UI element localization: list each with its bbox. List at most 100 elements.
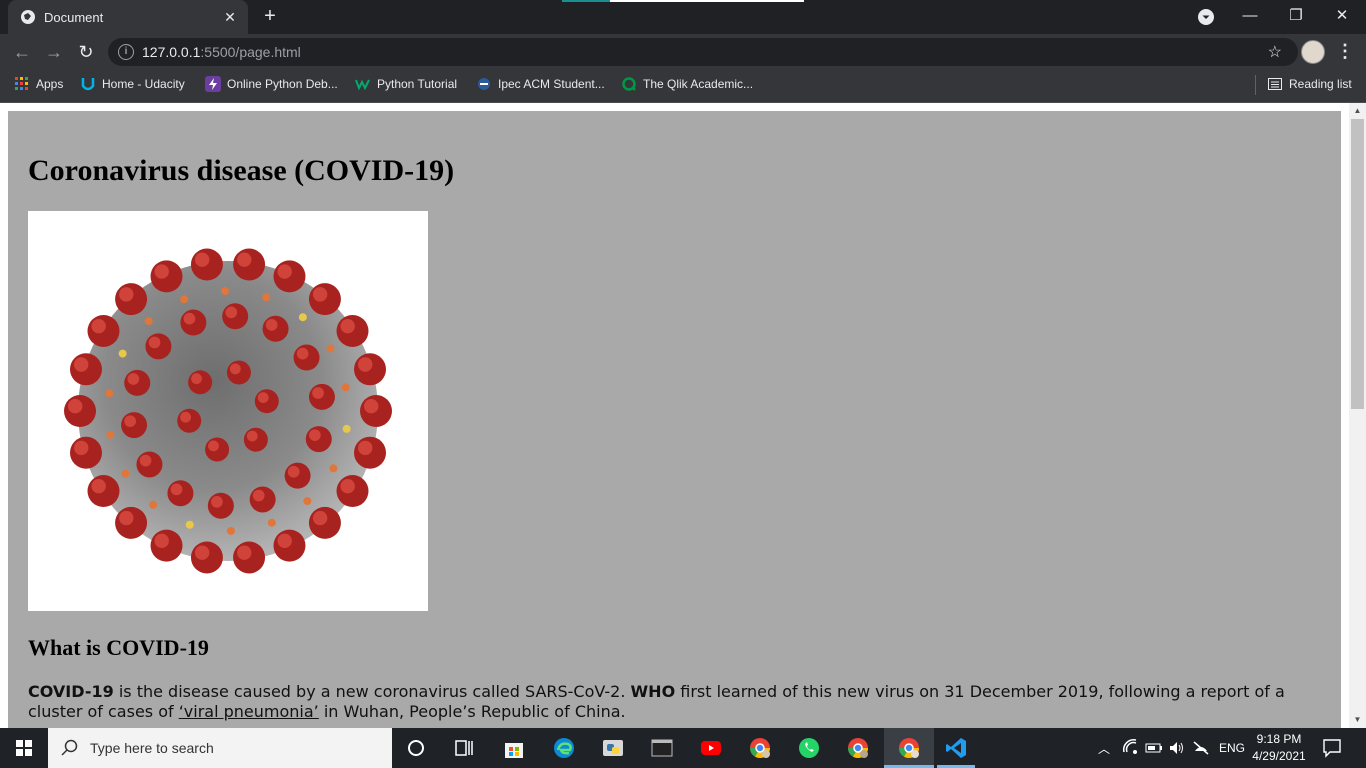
envelope-protein bbox=[342, 424, 351, 433]
task-view-icon[interactable] bbox=[452, 736, 476, 760]
spike-highlight bbox=[225, 306, 238, 319]
youtube-icon[interactable] bbox=[699, 736, 723, 760]
bookmark-apps[interactable]: Apps bbox=[14, 70, 63, 98]
volume-icon[interactable] bbox=[1168, 739, 1186, 757]
whatsapp-icon[interactable] bbox=[797, 736, 821, 760]
spike-highlight bbox=[296, 347, 309, 360]
viral-pneumonia-link[interactable]: ‘viral pneumonia’ bbox=[179, 702, 319, 721]
envelope-protein bbox=[267, 518, 276, 527]
envelope-protein bbox=[105, 389, 114, 398]
edge-icon[interactable] bbox=[552, 736, 576, 760]
menu-dots-icon[interactable]: ⋮ bbox=[1336, 40, 1354, 62]
spike-highlight bbox=[312, 287, 328, 302]
envelope-protein bbox=[221, 287, 230, 296]
chrome-active-icon[interactable] bbox=[897, 736, 921, 760]
spike-highlight bbox=[252, 489, 265, 502]
store-icon[interactable] bbox=[502, 736, 526, 760]
spike-highlight bbox=[124, 415, 136, 428]
taskbar-search-box[interactable]: Type here to search bbox=[48, 728, 392, 768]
spike-highlight bbox=[358, 357, 373, 372]
close-window-icon[interactable]: ✕ bbox=[1319, 4, 1365, 30]
spike-highlight bbox=[154, 264, 169, 279]
vscode-icon[interactable] bbox=[944, 736, 968, 760]
battery-icon[interactable] bbox=[1144, 740, 1164, 756]
cortana-icon[interactable] bbox=[404, 736, 428, 760]
spike-highlight bbox=[237, 545, 252, 560]
forward-icon[interactable]: → bbox=[42, 40, 66, 64]
reading-list-label: Reading list bbox=[1289, 77, 1352, 91]
bookmark-python-debugger[interactable]: Online Python Deb... bbox=[205, 70, 338, 98]
virus-illustration bbox=[64, 248, 392, 574]
spike-highlight bbox=[73, 440, 89, 456]
bookmark-label: The Qlik Academic... bbox=[643, 77, 754, 91]
spike-highlight bbox=[312, 510, 328, 526]
terminal-icon[interactable] bbox=[650, 736, 674, 760]
new-tab-icon[interactable]: + bbox=[258, 4, 282, 28]
tab-strip: Document ✕ + — ❐ ✕ bbox=[0, 0, 1366, 34]
page-title: Coronavirus disease (COVID-19) bbox=[28, 154, 455, 187]
bookmark-label: Python Tutorial bbox=[377, 77, 458, 91]
reload-icon[interactable]: ↻ bbox=[74, 40, 98, 64]
bookmark-star-icon[interactable]: ☆ bbox=[1268, 42, 1282, 62]
language-indicator[interactable]: ENG bbox=[1219, 728, 1245, 768]
envelope-protein bbox=[118, 349, 127, 358]
bookmark-udacity[interactable]: Home - Udacity bbox=[80, 70, 185, 98]
spike-highlight bbox=[287, 465, 300, 478]
divider bbox=[1255, 75, 1256, 95]
spike-highlight bbox=[237, 252, 252, 267]
covid-term: COVID-19 bbox=[28, 682, 114, 701]
address-bar[interactable]: i 127.0.0.1:5500/page.html ☆ bbox=[108, 38, 1298, 66]
bookmarks-bar: Apps Home - Udacity Online Python Deb...… bbox=[0, 70, 1366, 103]
tray-chevron-icon[interactable]: ︿ bbox=[1098, 728, 1110, 768]
bookmark-label: Online Python Deb... bbox=[227, 77, 338, 91]
spike-highlight bbox=[154, 533, 169, 549]
envelope-protein bbox=[149, 500, 158, 509]
close-tab-icon[interactable]: ✕ bbox=[220, 9, 240, 26]
scroll-down-icon[interactable]: ▼ bbox=[1349, 714, 1366, 726]
bookmark-qlik[interactable]: The Qlik Academic... bbox=[621, 70, 753, 98]
spike-highlight bbox=[312, 387, 324, 399]
scroll-thumb[interactable] bbox=[1351, 119, 1364, 409]
restore-icon[interactable]: ❐ bbox=[1273, 4, 1319, 30]
page-viewport: Coronavirus disease (COVID-19) What is C… bbox=[0, 103, 1366, 728]
envelope-protein bbox=[262, 293, 271, 302]
envelope-protein bbox=[341, 383, 350, 392]
network-icon[interactable] bbox=[1122, 738, 1140, 756]
back-icon[interactable]: ← bbox=[10, 40, 34, 64]
taskbar-clock[interactable]: 9:18 PM 4/29/2021 bbox=[1244, 731, 1314, 765]
url-text[interactable]: 127.0.0.1:5500/page.html bbox=[142, 44, 301, 60]
spike-highlight bbox=[277, 264, 292, 279]
spike-highlight bbox=[309, 429, 321, 442]
spike-highlight bbox=[68, 399, 83, 414]
tab-search-icon[interactable] bbox=[1197, 8, 1215, 26]
spike-highlight bbox=[194, 252, 210, 267]
coronavirus-image bbox=[28, 211, 428, 611]
spike-highlight bbox=[277, 533, 292, 549]
chrome-profile-2-icon[interactable] bbox=[846, 736, 870, 760]
spike-highlight bbox=[229, 363, 241, 375]
chrome-profile-icon[interactable] bbox=[748, 736, 772, 760]
bookmark-python-tutorial[interactable]: Python Tutorial bbox=[355, 70, 457, 98]
search-placeholder: Type here to search bbox=[90, 740, 214, 756]
bookmark-ipec-acm[interactable]: Ipec ACM Student... bbox=[476, 70, 605, 98]
vertical-scrollbar[interactable]: ▲ ▼ bbox=[1349, 103, 1366, 728]
notifications-off-icon[interactable] bbox=[1192, 739, 1210, 757]
info-icon[interactable]: i bbox=[118, 44, 134, 60]
profile-avatar[interactable] bbox=[1301, 40, 1325, 64]
lightning-icon bbox=[205, 76, 221, 92]
python-icon[interactable] bbox=[601, 736, 625, 760]
windows-start-icon[interactable] bbox=[0, 728, 48, 768]
reading-list-button[interactable]: Reading list bbox=[1267, 70, 1352, 98]
scroll-up-icon[interactable]: ▲ bbox=[1349, 105, 1366, 117]
tab-document[interactable]: Document ✕ bbox=[8, 0, 248, 34]
page-body: Coronavirus disease (COVID-19) What is C… bbox=[8, 111, 1341, 728]
minimize-icon[interactable]: — bbox=[1227, 4, 1273, 30]
envelope-protein bbox=[226, 526, 235, 535]
envelope-protein bbox=[298, 313, 307, 322]
globe-icon bbox=[21, 10, 35, 24]
spike-highlight bbox=[119, 510, 134, 526]
spike-highlight bbox=[257, 392, 269, 404]
spike-highlight bbox=[183, 312, 196, 325]
section-heading: What is COVID-19 bbox=[28, 635, 209, 660]
action-center-icon[interactable] bbox=[1322, 738, 1342, 758]
